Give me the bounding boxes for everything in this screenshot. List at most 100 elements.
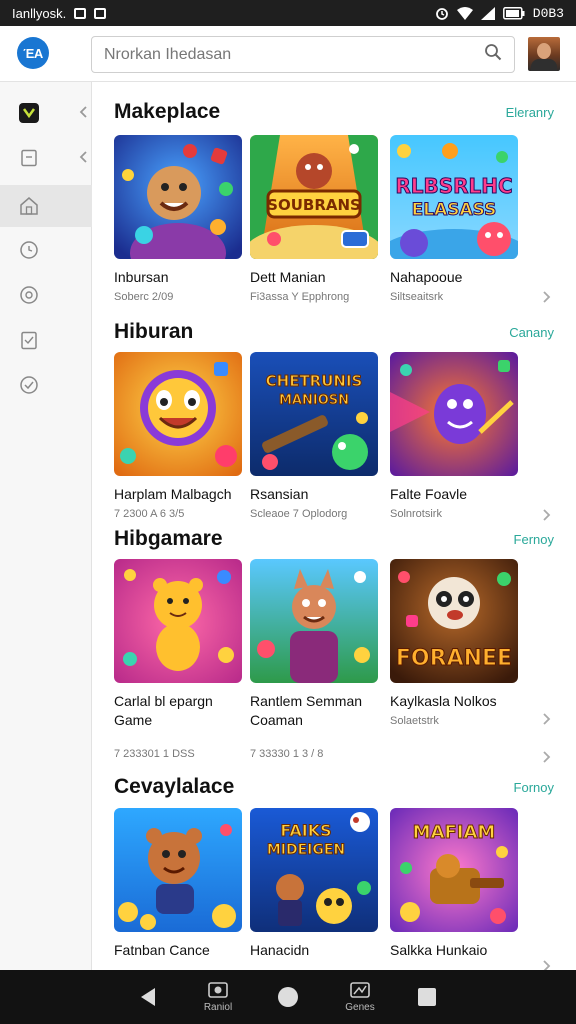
thumbnail-banner: ELASASS — [412, 200, 497, 220]
search-icon[interactable] — [484, 43, 502, 66]
chevron-right-icon[interactable] — [542, 290, 552, 309]
chevron-right-icon[interactable] — [542, 959, 552, 970]
app-logo[interactable]: ΈΑ — [17, 37, 49, 69]
card-title: Kaylkasla Nolkos — [390, 693, 497, 709]
section-title: Hiburan — [114, 320, 194, 343]
chevron-left-icon[interactable] — [78, 105, 88, 124]
card-subtitle: Scleaoe 7 Oplodorg — [250, 508, 348, 520]
chevron-right-icon[interactable] — [542, 712, 552, 731]
chevron-right-icon[interactable] — [542, 508, 552, 527]
game-thumbnail[interactable]: FORANEE — [390, 559, 518, 683]
game-card[interactable]: FAIKS MIDEIGEN Hanacidn — [250, 808, 380, 960]
search-input[interactable] — [104, 45, 464, 64]
section-title: Cevaylalace — [114, 775, 235, 798]
game-card[interactable]: RLBSRLHC ELASASS Nahapooue Siltseaitsrk — [390, 135, 520, 303]
game-thumbnail[interactable] — [114, 352, 242, 476]
card-subtitle: 7 33330 1 3 / 8 — [250, 748, 324, 760]
game-card[interactable]: Carlal bl epargn Game 7 233301 1 DSS — [114, 559, 244, 760]
card-title: Falte Foavle — [390, 486, 468, 502]
sidebar-item-check[interactable] — [0, 364, 92, 406]
sidebar-item-document[interactable] — [0, 137, 92, 179]
check-icon — [18, 374, 40, 396]
signal-icon — [480, 6, 495, 20]
chevron-left-icon[interactable] — [78, 150, 88, 169]
avatar[interactable] — [528, 37, 560, 71]
game-thumbnail[interactable]: SOUBRANS — [250, 135, 378, 259]
card-title: Harplam Malbagch — [114, 486, 232, 502]
card-title: Inbursan — [114, 269, 169, 285]
clock-text: D0B3 — [532, 5, 564, 21]
app-bar: ΈΑ — [0, 26, 576, 82]
game-thumbnail[interactable] — [114, 808, 242, 932]
section-more-link[interactable]: Fornoy — [514, 780, 554, 795]
game-card[interactable]: Harplam Malbagch 7 2300 A 6 3/5 — [114, 352, 244, 520]
navigation-bar: Raniol Genes — [0, 970, 576, 1024]
card-title: Hanacidn — [250, 942, 310, 958]
game-thumbnail[interactable] — [250, 559, 378, 683]
sidebar — [0, 82, 92, 970]
overview-button[interactable] — [397, 970, 457, 1024]
sidebar-item-clipboard[interactable] — [0, 319, 92, 361]
thumbnail-banner: FAIKS — [280, 821, 331, 840]
card-title: Rsansian — [250, 486, 309, 502]
wifi-icon — [456, 6, 473, 20]
card-title: Nahapooue — [390, 269, 463, 285]
card-subtitle: Siltseaitsrk — [390, 291, 444, 303]
game-thumbnail[interactable]: CHETRUNIS MANIOSN — [250, 352, 378, 476]
card-subtitle: Solaetstrk — [390, 715, 439, 727]
game-thumbnail[interactable] — [114, 135, 242, 259]
clipboard-icon — [18, 329, 40, 351]
games-button[interactable]: Genes — [330, 970, 390, 1024]
card-subtitle: 7 233301 1 DSS — [114, 748, 195, 760]
section-more-link[interactable]: Eleranry — [506, 105, 554, 120]
game-card[interactable]: Inbursan Soberc 2/09 — [114, 135, 244, 303]
thumbnail-banner: RLBSRLHC — [395, 174, 512, 198]
game-card[interactable]: CHETRUNIS MANIOSN Rsansian Scleaoe 7 Opl… — [250, 352, 380, 520]
game-card[interactable]: MAFIAM Salkka Hunkaio — [390, 808, 520, 960]
sidebar-item-settings[interactable] — [0, 274, 92, 316]
game-card[interactable]: SOUBRANS Dett Manian Fi3assa Y Epphrong — [250, 135, 380, 303]
recents-label: Raniol — [203, 1001, 233, 1013]
sidebar-item-app[interactable] — [0, 92, 92, 134]
notification-icon — [74, 7, 87, 19]
game-thumbnail[interactable]: RLBSRLHC ELASASS — [390, 135, 518, 259]
section-title: Makeplace — [114, 100, 221, 123]
search-box[interactable] — [91, 36, 515, 73]
thumbnail-banner: MAFIAM — [413, 822, 496, 843]
card-subtitle: 7 2300 A 6 3/5 — [114, 508, 185, 520]
card-title: Carlal bl epargn Game — [114, 693, 213, 728]
chevron-right-icon[interactable] — [542, 750, 552, 769]
sidebar-item-recent[interactable] — [0, 229, 92, 271]
home-button[interactable] — [258, 970, 318, 1024]
status-bar: Ianllyosk. D0B3 — [0, 0, 576, 26]
main-content: Makeplace Eleranry Inbursan Soberc 2/09 — [93, 82, 576, 970]
section-more-link[interactable]: Canany — [509, 325, 554, 340]
game-card[interactable]: Falte Foavle Solnrotsirk — [390, 352, 520, 520]
media-icon — [94, 7, 107, 19]
home-icon — [18, 195, 40, 217]
games-label: Genes — [345, 1001, 375, 1013]
app-icon — [18, 102, 40, 124]
card-subtitle: Solnrotsirk — [390, 508, 442, 520]
game-thumbnail[interactable]: FAIKS MIDEIGEN — [250, 808, 378, 932]
thumbnail-banner: FORANEE — [396, 646, 512, 671]
carrier-label: Ianllyosk. — [12, 5, 67, 21]
game-thumbnail[interactable] — [114, 559, 242, 683]
game-thumbnail[interactable]: MAFIAM — [390, 808, 518, 932]
card-title: Dett Manian — [250, 269, 326, 285]
sidebar-item-home[interactable] — [0, 185, 92, 227]
card-subtitle: Soberc 2/09 — [114, 291, 174, 303]
card-title: Rantlem Semman Coaman — [250, 693, 363, 728]
game-card[interactable]: FORANEE Kaylkasla Nolkos Solaetstrk — [390, 559, 520, 727]
card-title: Fatnban Cance — [114, 942, 210, 958]
recents-button[interactable]: Raniol — [188, 970, 248, 1024]
thumbnail-banner: MIDEIGEN — [267, 842, 345, 858]
game-card[interactable]: Fatnban Cance — [114, 808, 244, 960]
card-subtitle: Fi3assa Y Epphrong — [250, 291, 350, 303]
back-button[interactable] — [118, 970, 178, 1024]
game-thumbnail[interactable] — [390, 352, 518, 476]
game-card[interactable]: Rantlem Semman Coaman 7 33330 1 3 / 8 — [250, 559, 380, 760]
section-more-link[interactable]: Fernoy — [514, 532, 554, 547]
thumbnail-banner: CHETRUNIS — [266, 372, 363, 390]
clock-icon — [18, 239, 40, 261]
